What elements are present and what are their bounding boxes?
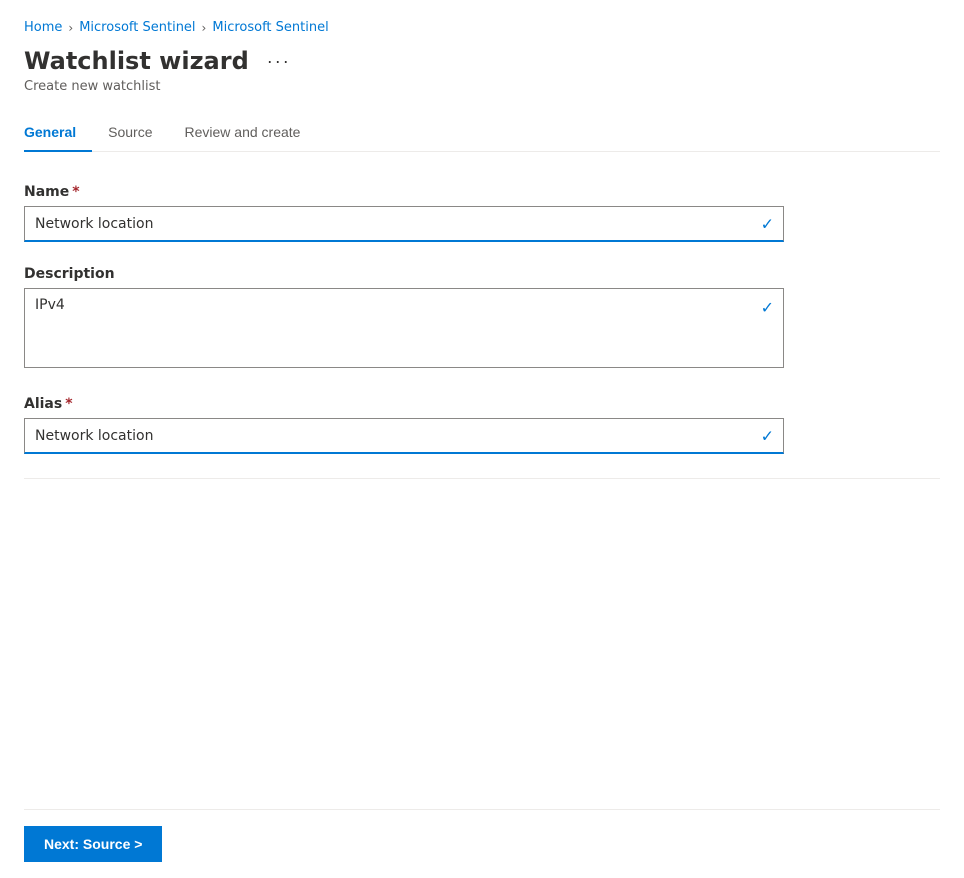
alias-field-group: Alias * ✓ — [24, 396, 784, 454]
name-input-wrapper: ✓ — [24, 206, 784, 242]
tabs-container: General Source Review and create — [24, 114, 940, 152]
name-required-star: * — [72, 184, 79, 200]
next-source-button[interactable]: Next: Source > — [24, 826, 162, 862]
page-header: Watchlist wizard ··· — [24, 47, 940, 75]
alias-required-star: * — [65, 396, 72, 412]
description-input-wrapper: IPv4 ✓ — [24, 288, 784, 372]
name-field-group: Name * ✓ — [24, 184, 784, 242]
tab-source[interactable]: Source — [108, 114, 168, 152]
alias-input-wrapper: ✓ — [24, 418, 784, 454]
breadcrumb-sep-1: › — [68, 21, 73, 35]
page-subtitle: Create new watchlist — [24, 79, 940, 94]
description-input[interactable]: IPv4 — [24, 288, 784, 368]
section-divider — [24, 478, 940, 479]
name-label: Name * — [24, 184, 784, 200]
alias-input[interactable] — [24, 418, 784, 454]
name-input[interactable] — [24, 206, 784, 242]
breadcrumb-sentinel-2[interactable]: Microsoft Sentinel — [212, 20, 328, 35]
description-label: Description — [24, 266, 784, 282]
more-options-button[interactable]: ··· — [261, 49, 297, 74]
description-field-group: Description IPv4 ✓ — [24, 266, 784, 372]
breadcrumb-sep-2: › — [202, 21, 207, 35]
page-container: Home › Microsoft Sentinel › Microsoft Se… — [0, 0, 964, 878]
form-content: Name * ✓ Description IPv4 ✓ Alias * — [24, 152, 940, 809]
footer: Next: Source > — [24, 809, 940, 878]
page-title: Watchlist wizard — [24, 47, 249, 75]
breadcrumb-sentinel-1[interactable]: Microsoft Sentinel — [79, 20, 195, 35]
tab-general[interactable]: General — [24, 114, 92, 152]
breadcrumb-home[interactable]: Home — [24, 20, 62, 35]
breadcrumb: Home › Microsoft Sentinel › Microsoft Se… — [24, 20, 940, 35]
alias-label: Alias * — [24, 396, 784, 412]
tab-review-and-create[interactable]: Review and create — [185, 114, 317, 152]
